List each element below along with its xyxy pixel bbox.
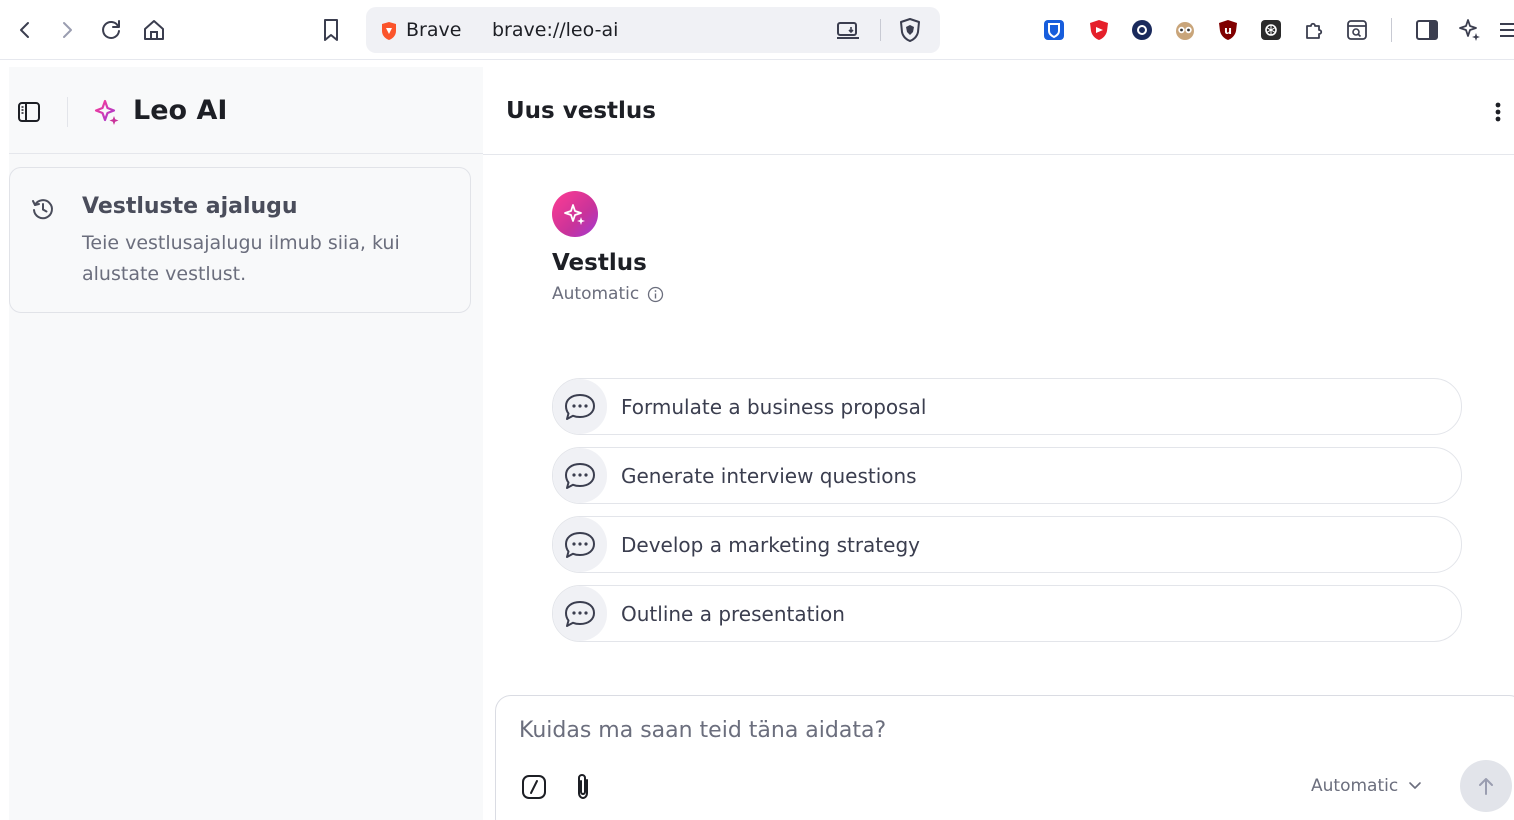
conversation-title: Uus vestlus xyxy=(506,98,656,124)
reader-mode-icon[interactable] xyxy=(1345,18,1369,42)
suggestion-label: Outline a presentation xyxy=(621,602,845,626)
conversation-header: Uus vestlus xyxy=(483,67,1514,155)
bookmark-icon xyxy=(324,19,338,41)
sidebar-header: Leo AI xyxy=(9,67,483,154)
message-composer: Kuidas ma saan teid täna aidata? Automat… xyxy=(495,695,1514,820)
ublock-origin-icon[interactable]: u xyxy=(1216,18,1240,42)
url-separator xyxy=(880,19,881,41)
install-app-icon[interactable] xyxy=(836,19,860,41)
privacy-badger-icon[interactable] xyxy=(1130,18,1154,42)
chat-bubble-icon xyxy=(553,517,607,572)
sidebar-toggle-icon[interactable] xyxy=(17,100,41,124)
address-bar[interactable]: Brave brave://leo-ai xyxy=(366,7,940,53)
suggestion-label: Develop a marketing strategy xyxy=(621,533,920,557)
url-text[interactable]: brave://leo-ai xyxy=(492,19,618,41)
sparkle-icon xyxy=(564,204,585,225)
ublock-like-shield-icon[interactable] xyxy=(1087,18,1111,42)
bitwarden-icon[interactable] xyxy=(1042,18,1066,42)
toolbar-divider xyxy=(0,59,1514,60)
conversation-panel: Uus vestlus Vestlus Automatic Formulate … xyxy=(483,67,1514,820)
chevron-left-icon xyxy=(20,22,29,38)
leo-logo-icon xyxy=(94,99,119,125)
chevron-right-icon xyxy=(63,22,72,38)
attachment-icon[interactable] xyxy=(574,772,592,802)
owl-icon[interactable] xyxy=(1173,18,1197,42)
history-title: Vestluste ajalugu xyxy=(82,194,298,219)
home-button[interactable] xyxy=(137,13,171,47)
model-select[interactable]: Automatic xyxy=(1311,776,1422,796)
sidebar-panel-icon[interactable] xyxy=(1415,18,1439,42)
chat-bubble-icon xyxy=(553,448,607,503)
suggestion-label: Generate interview questions xyxy=(621,464,917,488)
leo-avatar xyxy=(552,191,598,237)
chevron-down-icon xyxy=(1409,782,1421,789)
info-icon[interactable] xyxy=(647,286,664,303)
brand-label: Brave xyxy=(406,19,462,41)
suggestion-item[interactable]: Outline a presentation xyxy=(552,585,1462,642)
model-mode-label: Automatic xyxy=(552,284,640,304)
toolbar-separator xyxy=(1391,18,1392,42)
bookmark-button[interactable] xyxy=(314,13,348,47)
browser-toolbar: Brave brave://leo-ai u xyxy=(0,0,1514,60)
reload-button[interactable] xyxy=(94,13,128,47)
back-button[interactable] xyxy=(8,13,42,47)
extensions-puzzle-icon[interactable] xyxy=(1302,18,1326,42)
leo-ai-icon[interactable] xyxy=(1458,18,1482,42)
model-name: Vestlus xyxy=(552,250,647,276)
svg-text:u: u xyxy=(1224,24,1232,37)
home-icon xyxy=(144,20,164,40)
chatgpt-icon[interactable] xyxy=(1259,18,1283,42)
brave-shield-icon xyxy=(382,22,396,40)
suggestion-item[interactable]: Formulate a business proposal xyxy=(552,378,1462,435)
history-icon xyxy=(32,199,53,220)
brave-lion-shields-icon[interactable] xyxy=(898,17,922,43)
model-select-label: Automatic xyxy=(1311,776,1399,796)
message-input[interactable]: Kuidas ma saan teid täna aidata? xyxy=(519,718,886,743)
sidebar-title: Leo AI xyxy=(133,95,228,126)
header-separator xyxy=(67,97,68,127)
more-options-icon[interactable] xyxy=(1483,97,1511,127)
send-button[interactable] xyxy=(1460,760,1512,812)
suggestion-item[interactable]: Generate interview questions xyxy=(552,447,1462,504)
arrow-up-icon xyxy=(1479,778,1493,795)
forward-button[interactable] xyxy=(50,13,84,47)
suggestion-item[interactable]: Develop a marketing strategy xyxy=(552,516,1462,573)
history-empty-text: Teie vestlusajalugu ilmub siia, kui alus… xyxy=(82,232,400,285)
suggestion-label: Formulate a business proposal xyxy=(621,395,927,419)
chat-bubble-icon xyxy=(553,379,607,434)
model-mode: Automatic xyxy=(552,284,664,304)
leo-sidebar: Leo AI Vestluste ajalugu Teie vestlusaja… xyxy=(9,67,483,820)
chat-bubble-icon xyxy=(553,586,607,641)
slash-commands-icon[interactable] xyxy=(521,774,547,800)
reload-icon xyxy=(102,20,120,39)
menu-icon[interactable] xyxy=(1496,18,1514,42)
history-card: Vestluste ajalugu Teie vestlusajalugu il… xyxy=(9,167,471,313)
